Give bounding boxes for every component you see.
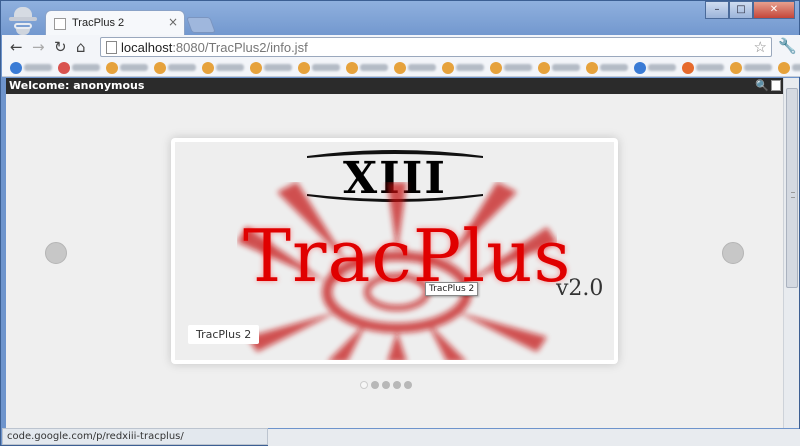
forward-icon[interactable]: → [32, 38, 45, 56]
menu-icon[interactable] [771, 80, 781, 91]
bookmark-icon [538, 61, 550, 74]
bookmark-label [24, 64, 52, 71]
bookmark-label [72, 64, 100, 71]
welcome-text: Welcome: anonymous [9, 79, 145, 92]
status-bar: code.google.com/p/redxiii-tracplus/ [2, 428, 268, 445]
bookmark-label [504, 64, 532, 71]
slide-image[interactable]: XIII TracPlus v2.0 TracPlus 2 TracPlus 2 [175, 142, 614, 360]
bookmark-label [264, 64, 292, 71]
slider-pagination [360, 381, 412, 389]
pagination-dot[interactable] [382, 381, 390, 389]
slider-prev-button[interactable] [45, 242, 67, 264]
bookmark-label [552, 64, 580, 71]
bookmark-item[interactable] [10, 61, 52, 74]
bookmark-label [792, 64, 800, 71]
pagination-dot[interactable] [393, 381, 401, 389]
bookmark-item[interactable] [202, 61, 244, 74]
bookmark-item[interactable] [58, 61, 100, 74]
window-controls: – □ ✕ [705, 1, 795, 19]
bookmark-label [168, 64, 196, 71]
bookmark-star-icon[interactable]: ☆ [754, 38, 767, 56]
bookmark-icon [730, 61, 742, 74]
bookmark-icon [682, 61, 694, 74]
bookmark-label [744, 64, 772, 71]
bookmark-label [360, 64, 388, 71]
welcome-bar: Welcome: anonymous 🔍 [6, 78, 783, 94]
search-icon[interactable]: 🔍 [755, 79, 769, 92]
bookmark-icon [346, 61, 358, 74]
wrench-icon[interactable]: 🔧 [778, 37, 797, 55]
bookmark-item[interactable] [442, 61, 484, 74]
bookmark-icon [442, 61, 454, 74]
page-icon [54, 18, 66, 30]
bookmark-label [696, 64, 724, 71]
bookmark-item[interactable] [250, 61, 292, 74]
back-icon[interactable]: ← [10, 38, 23, 56]
pagination-dot[interactable] [404, 381, 412, 389]
bookmark-label [648, 64, 676, 71]
bookmark-icon [10, 61, 22, 74]
bookmark-icon [202, 61, 214, 74]
pagination-dot[interactable] [360, 381, 368, 389]
bookmark-icon [394, 61, 406, 74]
close-window-button[interactable]: ✕ [753, 1, 795, 19]
url-text[interactable]: localhost:8080/TracPlus2/info.jsf [121, 40, 308, 55]
bookmark-icon [298, 61, 310, 74]
page-icon [106, 41, 117, 54]
bookmark-icon [250, 61, 262, 74]
minimize-button[interactable]: – [705, 1, 729, 19]
bookmark-label [216, 64, 244, 71]
bookmark-label [600, 64, 628, 71]
slide-caption: TracPlus 2 [188, 325, 260, 344]
bookmark-item[interactable] [298, 61, 340, 74]
address-bar[interactable]: localhost:8080/TracPlus2/info.jsf ☆ [100, 37, 772, 57]
bookmark-item[interactable] [394, 61, 436, 74]
bookmark-icon [778, 61, 790, 74]
maximize-button[interactable]: □ [729, 1, 753, 19]
scrollbar-thumb[interactable] [786, 88, 798, 288]
bookmark-icon [490, 61, 502, 74]
bookmark-item[interactable] [730, 61, 772, 74]
bookmark-label [120, 64, 148, 71]
pagination-dot[interactable] [371, 381, 379, 389]
bookmark-icon [586, 61, 598, 74]
bookmark-label [312, 64, 340, 71]
bookmark-icon [106, 61, 118, 74]
slider: XIII TracPlus v2.0 TracPlus 2 TracPlus 2 [171, 138, 618, 364]
bookmark-item[interactable] [346, 61, 388, 74]
home-icon[interactable]: ⌂ [76, 38, 86, 56]
tracplus-title: TracPlus [243, 214, 572, 298]
incognito-icon [5, 5, 41, 35]
page-content: Welcome: anonymous 🔍 XIII TracPlus v2.0 … [6, 78, 783, 428]
reload-icon[interactable]: ↻ [54, 38, 67, 56]
bookmark-item[interactable] [154, 61, 196, 74]
bookmark-icon [634, 61, 646, 74]
tab-title: TracPlus 2 [72, 17, 125, 29]
tooltip: TracPlus 2 [425, 282, 479, 296]
new-tab-button[interactable] [186, 17, 216, 33]
bookmark-item[interactable] [634, 61, 676, 74]
slider-next-button[interactable] [722, 242, 744, 264]
bookmark-item[interactable] [778, 61, 800, 74]
bookmark-label [408, 64, 436, 71]
bookmark-label [456, 64, 484, 71]
bookmark-item[interactable] [106, 61, 148, 74]
bookmark-item[interactable] [538, 61, 580, 74]
bookmark-item[interactable] [682, 61, 724, 74]
browser-tab[interactable]: TracPlus 2 × [45, 10, 185, 36]
version-label: v2.0 [556, 276, 604, 301]
bookmark-icon [154, 61, 166, 74]
bookmarks-bar [2, 59, 800, 77]
browser-toolbar: ← → ↻ ⌂ localhost:8080/TracPlus2/info.js… [2, 35, 800, 59]
bookmark-item[interactable] [490, 61, 532, 74]
scrollbar[interactable] [783, 78, 799, 428]
bookmark-item[interactable] [586, 61, 628, 74]
tab-close-icon[interactable]: × [168, 15, 178, 29]
bookmark-icon [58, 61, 70, 74]
browser-window: TracPlus 2 × – □ ✕ ← → ↻ ⌂ localhost:808… [0, 0, 800, 446]
